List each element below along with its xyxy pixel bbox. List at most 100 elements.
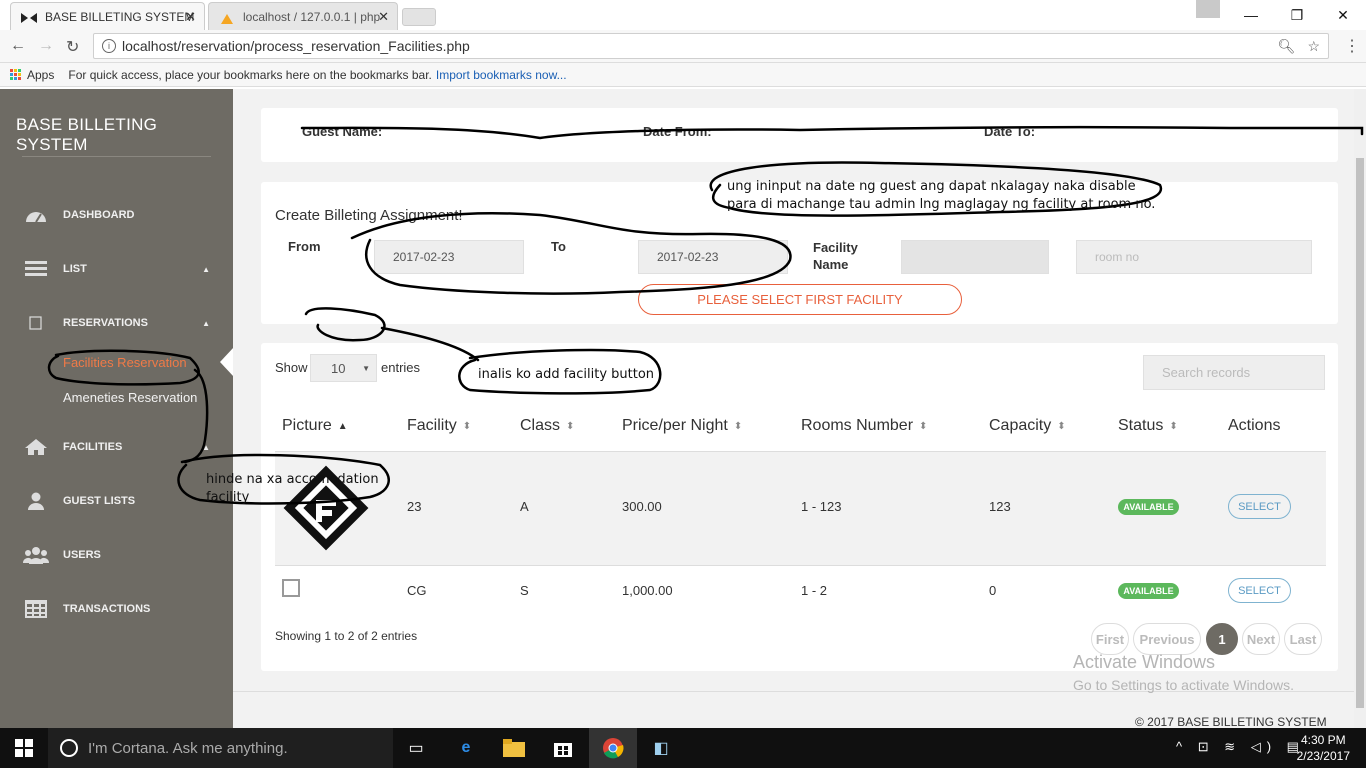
phpmyadmin-favicon-icon [219, 12, 235, 24]
cortana-search-box[interactable]: I'm Cortana. Ask me anything. [48, 728, 393, 768]
column-header-class[interactable]: Class ⬍ [520, 417, 574, 435]
forward-arrow-icon[interactable]: → [38, 37, 54, 55]
row1-rooms: 1 - 123 [801, 499, 842, 514]
star-icon[interactable]: ☆ [1307, 38, 1320, 55]
chrome-icon[interactable] [601, 736, 625, 760]
edge-icon[interactable]: e [454, 736, 478, 760]
sort-icon: ⬍ [566, 420, 575, 432]
import-bookmarks-link[interactable]: Import bookmarks now... [436, 68, 567, 82]
sort-icon: ⬍ [919, 420, 928, 432]
entries-count: 10 [331, 360, 346, 376]
pagination-previous[interactable]: Previous [1133, 623, 1201, 655]
close-tab-icon[interactable]: ✕ [185, 9, 196, 25]
close-tab-icon[interactable]: ✕ [378, 9, 389, 25]
new-tab-button[interactable] [402, 8, 436, 26]
select-button[interactable]: SELECT [1228, 494, 1291, 519]
search-records-input[interactable]: Search records [1143, 355, 1325, 390]
guest-name-label: Guest Name: [302, 124, 383, 139]
system-tray-icons[interactable]: ^ ⊡ ≋ ◁) ▤ [1176, 739, 1305, 755]
info-icon[interactable]: i [102, 39, 116, 53]
to-date-field[interactable]: 2017-02-23 [638, 240, 788, 274]
tab-phpmyadmin[interactable]: localhost / 127.0.0.1 | php ✕ [208, 2, 398, 30]
square-icon [22, 316, 50, 330]
file-explorer-icon[interactable] [502, 736, 526, 760]
tab-base-billeting[interactable]: BASE BILLETING SYSTEM ✕ [10, 2, 205, 30]
pagination-last[interactable]: Last [1284, 623, 1322, 655]
sidebar-item-transactions[interactable]: TRANSACTIONS [22, 597, 222, 621]
row2-capacity: 0 [989, 583, 997, 598]
column-header-rooms-number[interactable]: Rooms Number ⬍ [801, 417, 927, 435]
sidebar-item-guest-lists[interactable]: GUEST LISTS [22, 489, 222, 513]
pagination-current[interactable]: 1 [1206, 623, 1238, 655]
store-icon[interactable] [551, 736, 575, 760]
status-badge: AVAILABLE [1118, 583, 1179, 599]
sort-asc-icon: ▲ [337, 420, 348, 432]
menu-icon[interactable]: ⋮ [1344, 36, 1360, 56]
select-button[interactable]: SELECT [1228, 578, 1291, 603]
column-header-actions: Actions [1228, 417, 1281, 434]
task-view-icon[interactable]: ▭ [404, 736, 428, 760]
guest-info-panel: Guest Name: Date From: Date To: [261, 108, 1338, 162]
sidebar-item-facilities[interactable]: FACILITIES ▲ [22, 435, 222, 459]
sidebar-item-reservations[interactable]: RESERVATIONS ▲ [22, 311, 222, 335]
scrollbar-thumb[interactable] [1356, 158, 1364, 708]
column-header-capacity[interactable]: Capacity ⬍ [989, 417, 1066, 435]
restore-icon[interactable]: ❐ [1274, 0, 1320, 30]
taskbar-clock[interactable]: 4:30 PM 2/23/2017 [1297, 732, 1350, 764]
column-header-picture[interactable]: Picture ▲ [282, 417, 348, 435]
cortana-ring-icon [60, 739, 78, 757]
windows-start-icon[interactable] [12, 736, 36, 760]
sidebar-item-label: FACILITIES [63, 441, 123, 453]
zoom-icon[interactable]: 🔍︎ [1278, 38, 1296, 55]
dashboard-icon [22, 206, 50, 224]
sort-icon: ⬍ [1169, 420, 1178, 432]
column-header-price[interactable]: Price/per Night ⬍ [622, 417, 742, 435]
sidebar: BASE BILLETING SYSTEM DASHBOARD LIST ▲ R… [0, 89, 234, 728]
sort-icon: ⬍ [462, 420, 472, 432]
sidebar-item-users[interactable]: USERS [22, 543, 222, 567]
activate-windows-title: Activate Windows [1073, 652, 1216, 672]
pagination-first[interactable]: First [1091, 623, 1129, 655]
to-label: To [551, 239, 566, 254]
annotation-note-removed-button: inalis ko add facility button [478, 367, 655, 382]
sidebar-item-dashboard[interactable]: DASHBOARD [22, 203, 222, 227]
assignment-title: Create Billeting Assignment! [275, 207, 463, 224]
table-icon [22, 600, 50, 618]
dropdown-arrow-icon: ▼ [362, 363, 370, 373]
sidebar-subitem-ameneties-reservation[interactable]: Ameneties Reservation [63, 390, 197, 405]
apps-grid-icon[interactable] [10, 69, 21, 80]
column-header-facility[interactable]: Facility ⬍ [407, 417, 471, 435]
divider [22, 156, 211, 157]
back-arrow-icon[interactable]: ← [10, 37, 26, 55]
clock-time: 4:30 PM [1300, 733, 1346, 747]
sort-icon: ⬍ [1057, 420, 1066, 432]
sidebar-item-label: USERS [63, 549, 101, 561]
list-icon [22, 261, 50, 277]
cortana-placeholder: I'm Cortana. Ask me anything. [88, 739, 288, 757]
from-date-field[interactable]: 2017-02-23 [374, 240, 524, 274]
apps-label[interactable]: Apps [27, 68, 54, 82]
showing-entries-text: Showing 1 to 2 of 2 entries [275, 629, 418, 643]
bowtie-favicon-icon [21, 12, 37, 23]
caret-up-icon: ▲ [202, 318, 210, 328]
app-icon[interactable]: ◧ [649, 736, 673, 760]
room-no-field[interactable]: room no [1076, 240, 1312, 274]
row2-class: S [520, 583, 529, 598]
row-divider [275, 565, 1326, 566]
entries-select[interactable]: 10 ▼ [310, 354, 377, 382]
reload-icon[interactable]: ↻ [66, 37, 79, 57]
minimize-icon[interactable]: — [1228, 0, 1274, 30]
user-profile-icon[interactable] [1196, 0, 1220, 18]
url-input[interactable]: i localhost/reservation/process_reservat… [93, 33, 1329, 59]
tab-title: localhost / 127.0.0.1 | php [243, 9, 381, 24]
activate-windows-subtitle: Go to Settings to activate Windows. [1073, 677, 1294, 693]
pagination-next[interactable]: Next [1242, 623, 1280, 655]
sidebar-subitem-facilities-reservation[interactable]: Facilities Reservation [63, 355, 187, 370]
window-close-icon[interactable]: ✕ [1320, 0, 1366, 30]
sidebar-item-label: RESERVATIONS [63, 317, 148, 329]
select-first-facility-button[interactable]: PLEASE SELECT FIRST FACILITY [638, 284, 962, 315]
sidebar-item-list[interactable]: LIST ▲ [22, 257, 222, 281]
column-header-status[interactable]: Status ⬍ [1118, 417, 1178, 435]
bookmarks-bar: Apps For quick access, place your bookma… [0, 63, 1366, 87]
facility-name-field[interactable] [901, 240, 1049, 274]
